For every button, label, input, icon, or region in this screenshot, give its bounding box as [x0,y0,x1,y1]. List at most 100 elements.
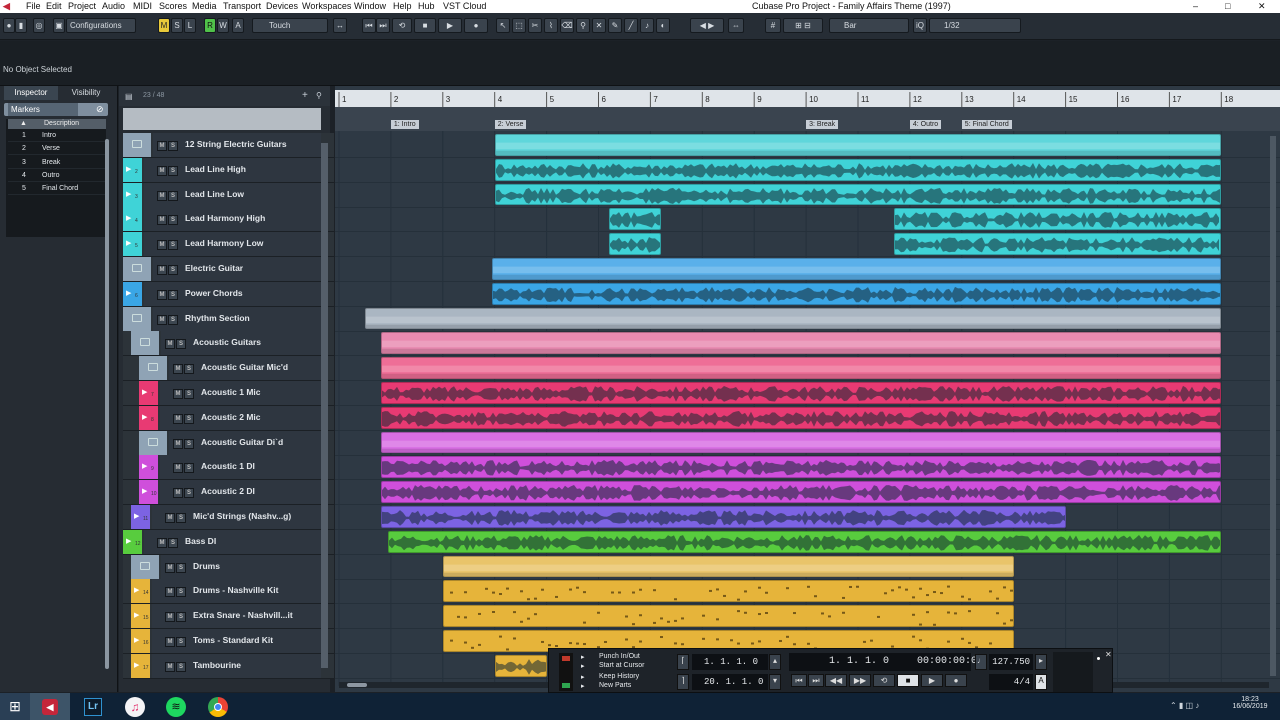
close-transport-icon[interactable]: ✕ [1105,650,1112,659]
nudge-buttons[interactable]: ◀ ▶ [690,18,724,33]
solo-button[interactable]: S [168,165,178,176]
quantize-select[interactable]: 1/32 [929,18,1021,33]
go-to-end-icon[interactable]: ⏭ [376,18,390,33]
record-icon[interactable]: ● [464,18,488,33]
mute-button[interactable]: M [157,165,167,176]
marker-row[interactable]: 1 Intro [8,130,106,142]
track-list-menu-icon[interactable]: ▤ [125,92,133,101]
right-locator-display[interactable]: 20. 1. 1. 0 [692,674,768,690]
solo-button[interactable]: S [168,537,178,548]
go-to-start-transport-icon[interactable]: ⏮ [791,674,807,687]
constrain-delay-icon[interactable]: ◎ [33,18,45,33]
track-row[interactable]: ▶ 16 M S Toms - Standard Kit [123,629,334,654]
folder-part[interactable] [492,258,1222,280]
mute-button[interactable]: M [165,637,175,647]
right-locator-button[interactable]: ⌉ [677,674,689,690]
solo-button[interactable]: S [176,513,186,523]
start-at-cursor-icon[interactable]: ▸ [581,662,585,670]
expand-arrow-icon[interactable]: ▶ [126,289,131,297]
play-transport-icon[interactable]: ▶ [921,674,943,687]
cycle-transport-icon[interactable]: ⟲ [873,674,895,687]
read-automation-button[interactable]: R [204,18,216,33]
glue-tool-icon[interactable]: ⌇ [544,18,558,33]
grid-type-select[interactable]: Bar [829,18,909,33]
punch-in-out-label[interactable]: Punch In/Out [599,653,640,660]
track-row[interactable]: ▶ 17 M S Tambourine [123,653,334,679]
go-to-end-transport-icon[interactable]: ⏭ [808,674,824,687]
track-name[interactable]: Acoustic Guitar Mic'd [201,362,288,372]
spotify-icon[interactable]: ≋ [166,697,186,717]
track-name[interactable]: Power Chords [185,288,243,298]
windows-start-icon[interactable]: ⊞ [0,693,30,720]
track-name[interactable]: Drums - Nashville Kit [193,585,279,595]
ruler[interactable]: 1 2 3 4 5 6 7 8 9 10 11 12 13 14 15 16 17 18 [335,90,1280,107]
system-tray-icons[interactable]: ⌃ ▮ ◫ ♪ [1170,701,1199,710]
marker-description[interactable]: Break [42,157,60,169]
menu-midi[interactable]: MIDI [133,1,152,11]
signature-display[interactable]: 4/4 [989,674,1033,690]
solo-button[interactable]: S [184,438,194,449]
mute-button[interactable]: M [165,587,175,598]
snap-icon[interactable]: ⇔ [728,18,744,33]
configurations-select[interactable]: Configurations [66,18,136,33]
mute-button[interactable]: M [157,215,167,226]
folder-part[interactable] [364,307,1222,330]
menu-file[interactable]: File [26,1,41,11]
marker-row[interactable]: 5 Final Chord [8,183,106,196]
go-to-left-locator-icon[interactable]: ▴ [769,654,781,670]
track-name[interactable]: Lead Harmony Low [185,238,263,248]
track-row[interactable]: M S Acoustic Guitar Mic'd [123,356,334,382]
track-name[interactable]: Extra Snare - Nashvill...it [193,610,293,620]
tempo-display[interactable]: 127.750 [989,654,1033,670]
expand-arrow-icon[interactable]: ▶ [134,586,139,594]
track-list-scrollbar[interactable] [321,143,328,668]
solo-button[interactable]: S [168,190,178,201]
marker-flag[interactable]: 1: Intro [390,120,419,129]
color-tool-icon[interactable]: ◐ [656,18,670,33]
track-row[interactable]: ▶ 10 M S Acoustic 2 DI [123,480,334,506]
new-parts-icon[interactable]: ▸ [581,682,585,690]
mute-button[interactable]: M [165,562,175,573]
folder-icon[interactable] [140,338,150,347]
track-name[interactable]: Drums [193,561,220,571]
tempo-mode-icon[interactable]: ▸ [1035,654,1047,670]
mute-button[interactable]: M [173,438,183,449]
marker-description[interactable]: Final Chord [42,183,78,195]
start-at-cursor-label[interactable]: Start at Cursor [599,662,645,669]
track-name[interactable]: Electric Guitar [185,263,243,273]
solo-button[interactable]: S [176,661,186,672]
audio-event[interactable] [494,183,1222,206]
play-icon[interactable]: ▶ [438,18,462,33]
marker-row[interactable]: 4 Outro [8,170,106,182]
solo-button[interactable]: S [168,215,178,226]
track-name[interactable]: Bass DI [185,536,216,546]
mute-button[interactable]: M [157,240,167,251]
marker-row[interactable]: 3 Break [8,157,106,169]
track-row[interactable]: ▶ 2 M S Lead Line High [123,157,334,183]
layout-icon[interactable]: ▮ [15,18,27,33]
audio-event[interactable] [494,654,547,677]
edit-markers-icon[interactable]: ⊘ [96,103,104,116]
midi-part[interactable] [442,605,1014,627]
left-locator-display[interactable]: 1. 1. 1. 0 [692,654,768,670]
click-icon[interactable]: A [1035,674,1047,690]
menu-hub[interactable]: Hub [418,1,435,11]
track-name[interactable]: Acoustic 2 Mic [201,412,261,422]
menu-audio[interactable]: Audio [102,1,125,11]
midi-part[interactable] [442,580,1014,603]
track-row[interactable]: ▶ 15 M S Extra Snare - Nashvill...it [123,604,334,630]
audio-event[interactable] [380,506,1066,528]
solo-state-button[interactable]: S [171,18,183,33]
go-to-right-locator-icon[interactable]: ▾ [769,674,781,690]
track-name[interactable]: Tambourine [193,660,241,670]
track-name[interactable]: Lead Line High [185,164,246,174]
track-row[interactable]: ▶ 8 M S Acoustic 2 Mic [123,405,334,431]
expand-arrow-icon[interactable]: ▶ [134,611,139,619]
solo-button[interactable]: S [176,339,186,350]
track-row[interactable]: ▶ 11 M S Mic'd Strings (Nashv...g) [123,505,334,530]
erase-tool-icon[interactable]: ⌫ [560,18,574,33]
track-name[interactable]: Mic'd Strings (Nashv...g) [193,511,291,521]
track-name[interactable]: Acoustic Guitars [193,337,261,347]
solo-button[interactable]: S [184,488,194,499]
menu-workspaces[interactable]: Workspaces [302,1,351,11]
